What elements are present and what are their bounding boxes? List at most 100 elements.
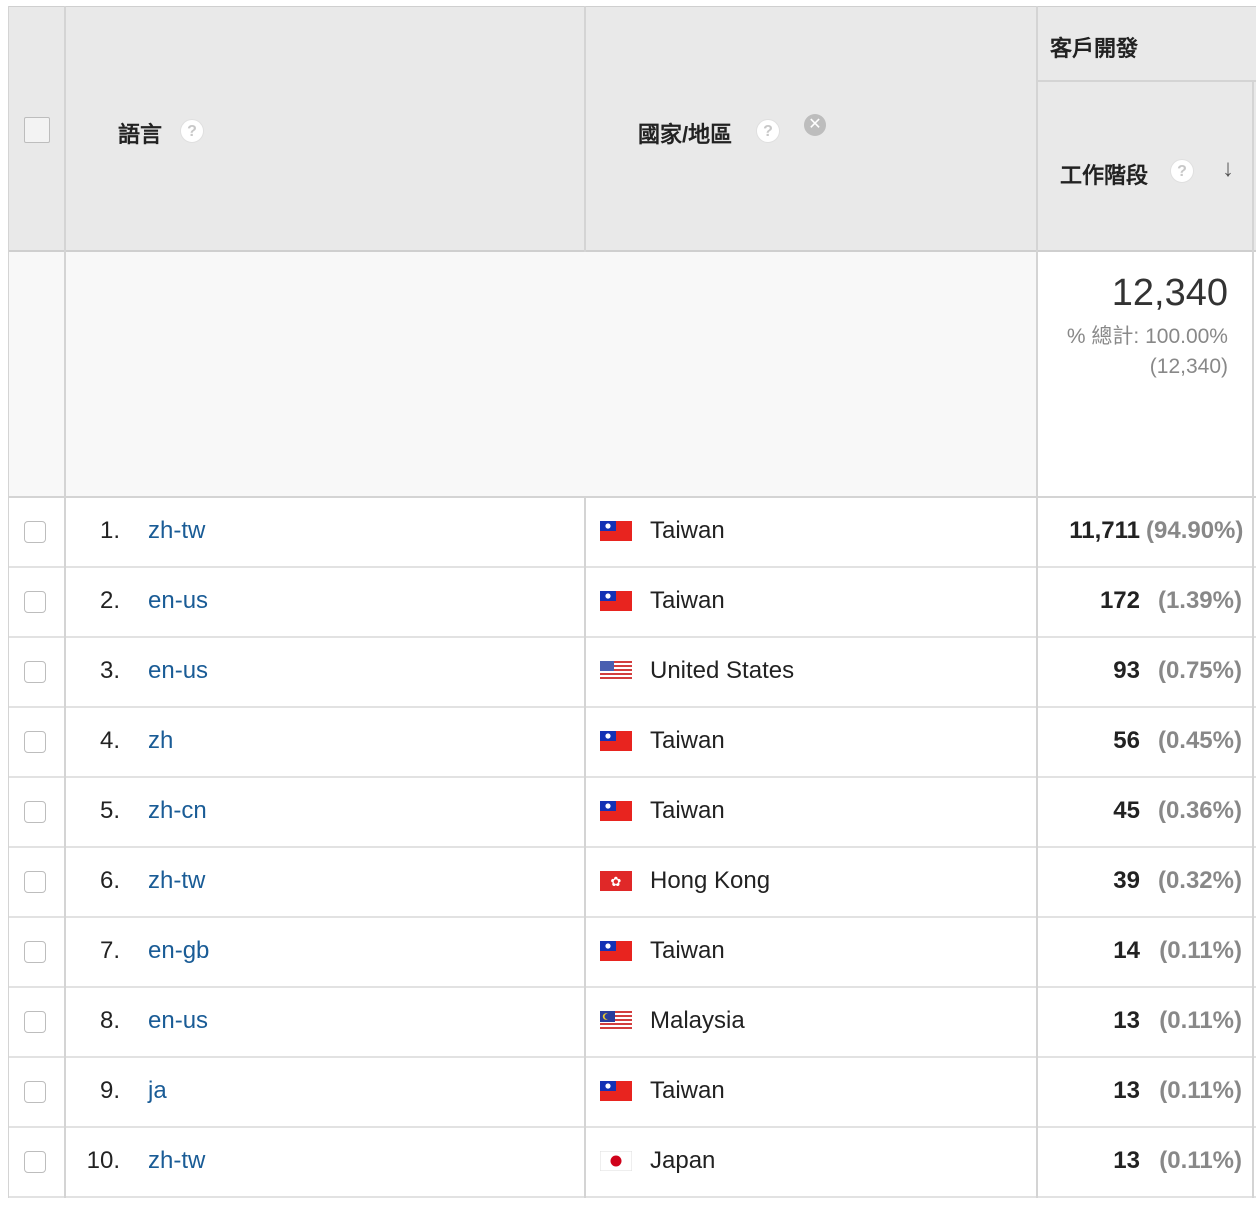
table-row: 6. zh-tw ✿ Hong Kong 39 (0.32%) (8, 848, 1256, 918)
sessions-value: 11,711 (1069, 517, 1140, 544)
sessions-metric: 39 (0.32%) (1113, 867, 1242, 895)
country-name: Taiwan (650, 587, 725, 614)
svg-text:✿: ✿ (611, 874, 622, 889)
select-all-checkbox[interactable] (24, 117, 50, 143)
tw-flag-icon (600, 941, 632, 961)
language-link[interactable]: zh-tw (148, 517, 205, 545)
language-link[interactable]: zh (148, 727, 173, 755)
row-checkbox[interactable] (24, 871, 46, 893)
column-divider (1252, 81, 1254, 1198)
row-checkbox[interactable] (24, 1011, 46, 1033)
sessions-percent: (94.90%) (1146, 517, 1244, 544)
sessions-percent: (0.75%) (1157, 657, 1242, 684)
sessions-metric: 13 (0.11%) (1113, 1077, 1242, 1105)
sort-descending-icon[interactable]: ↓ (1222, 155, 1234, 183)
row-checkbox[interactable] (24, 591, 46, 613)
sessions-metric: 13 (0.11%) (1113, 1147, 1242, 1175)
table-row: 2. en-us Taiwan 172 (1.39%) (8, 568, 1256, 638)
language-help-icon[interactable]: ? (180, 119, 204, 143)
language-link[interactable]: zh-tw (148, 867, 205, 895)
totals-row: 12,340 % 總計: 100.00% (12,340) (8, 252, 1256, 498)
country-name: Taiwan (650, 937, 725, 964)
table-row: 4. zh Taiwan 56 (0.45%) (8, 708, 1256, 778)
language-link[interactable]: en-us (148, 587, 208, 615)
country-name: Japan (650, 1147, 716, 1174)
row-checkbox[interactable] (24, 941, 46, 963)
sessions-percent: (0.11%) (1159, 1077, 1242, 1104)
row-checkbox[interactable] (24, 1151, 46, 1173)
row-checkbox[interactable] (24, 661, 46, 683)
sessions-value: 13 (1113, 1147, 1140, 1174)
totals-sessions-value: 12,340 (1111, 272, 1228, 314)
row-checkbox[interactable] (24, 731, 46, 753)
tw-flag-icon (600, 801, 632, 821)
table-row: 10. zh-tw Japan 13 (0.11%) (8, 1128, 1256, 1198)
table-row: 3. en-us United States 93 (0.75%) (8, 638, 1256, 708)
sessions-metric: 11,711 (94.90%) (1069, 517, 1244, 545)
sessions-metric: 172 (1.39%) (1100, 587, 1242, 615)
us-flag-icon (600, 661, 632, 681)
column-divider (584, 6, 586, 252)
sessions-percent: (0.11%) (1159, 937, 1242, 964)
sessions-metric: 93 (0.75%) (1113, 657, 1242, 685)
column-divider (1036, 6, 1038, 1198)
tw-flag-icon (600, 591, 632, 611)
totals-percent-total: (12,340) (1149, 355, 1228, 378)
group-header-cell: 客戶開發 (1038, 7, 1256, 82)
sessions-column-header[interactable]: 工作階段 (1060, 158, 1148, 190)
row-rank: 8. (99, 1007, 120, 1034)
sessions-value: 45 (1113, 797, 1140, 824)
country-name: Taiwan (650, 727, 725, 754)
country-name: Malaysia (650, 1007, 745, 1034)
country-name: Taiwan (650, 797, 725, 824)
table-header: 語言 ? 國家/地區 ? ✕ 客戶開發 工作階段 ? ↓ (8, 6, 1256, 252)
table-row: 9. ja Taiwan 13 (0.11%) (8, 1058, 1256, 1128)
sessions-percent: (0.45%) (1157, 727, 1242, 754)
sessions-percent: (0.32%) (1157, 867, 1242, 894)
sessions-value: 13 (1113, 1077, 1140, 1104)
row-rank: 10. (86, 1147, 120, 1174)
tw-flag-icon (600, 521, 632, 541)
my-flag-icon (600, 1011, 632, 1031)
table-row: 7. en-gb Taiwan 14 (0.11%) (8, 918, 1256, 988)
sessions-metric: 45 (0.36%) (1113, 797, 1242, 825)
column-divider (584, 498, 586, 1198)
sessions-value: 39 (1113, 867, 1140, 894)
jp-flag-icon (600, 1151, 632, 1171)
sessions-percent: (0.11%) (1159, 1007, 1242, 1034)
totals-percent-label: % 總計: 100.00% (1066, 325, 1228, 348)
sessions-value: 172 (1099, 587, 1140, 614)
language-link[interactable]: en-us (148, 657, 208, 685)
row-checkbox[interactable] (24, 521, 46, 543)
country-column-header[interactable]: 國家/地區 (638, 117, 732, 149)
language-column-header[interactable]: 語言 (118, 117, 162, 149)
remove-dimension-icon[interactable]: ✕ (804, 114, 826, 136)
sessions-percent: (0.11%) (1159, 1147, 1242, 1174)
row-rank: 1. (99, 517, 120, 544)
language-link[interactable]: zh-tw (148, 1147, 205, 1175)
table-row: 5. zh-cn Taiwan 45 (0.36%) (8, 778, 1256, 848)
language-link[interactable]: en-gb (148, 937, 209, 965)
sessions-value: 13 (1113, 1007, 1140, 1034)
sessions-percent: (0.36%) (1157, 797, 1242, 824)
hk-flag-icon: ✿ (600, 871, 632, 891)
row-rank: 7. (99, 937, 120, 964)
row-rank: 5. (99, 797, 120, 824)
language-link[interactable]: zh-cn (148, 797, 207, 825)
row-checkbox[interactable] (24, 801, 46, 823)
acquisition-group-title: 客戶開發 (1050, 36, 1139, 61)
row-rank: 9. (99, 1077, 120, 1104)
tw-flag-icon (600, 1081, 632, 1101)
row-checkbox[interactable] (24, 1081, 46, 1103)
table-row: 1. zh-tw Taiwan 11,711 (94.90%) (8, 498, 1256, 568)
language-link[interactable]: en-us (148, 1007, 208, 1035)
sessions-value: 93 (1113, 657, 1140, 684)
table-row: 8. en-us Malaysia 13 (0.11%) (8, 988, 1256, 1058)
row-rank: 2. (99, 587, 120, 614)
column-divider (64, 6, 66, 1198)
sessions-metric: 13 (0.11%) (1113, 1007, 1242, 1035)
language-link[interactable]: ja (148, 1077, 167, 1105)
table-left-edge (8, 6, 9, 1198)
country-help-icon[interactable]: ? (756, 119, 780, 143)
sessions-help-icon[interactable]: ? (1170, 159, 1194, 183)
